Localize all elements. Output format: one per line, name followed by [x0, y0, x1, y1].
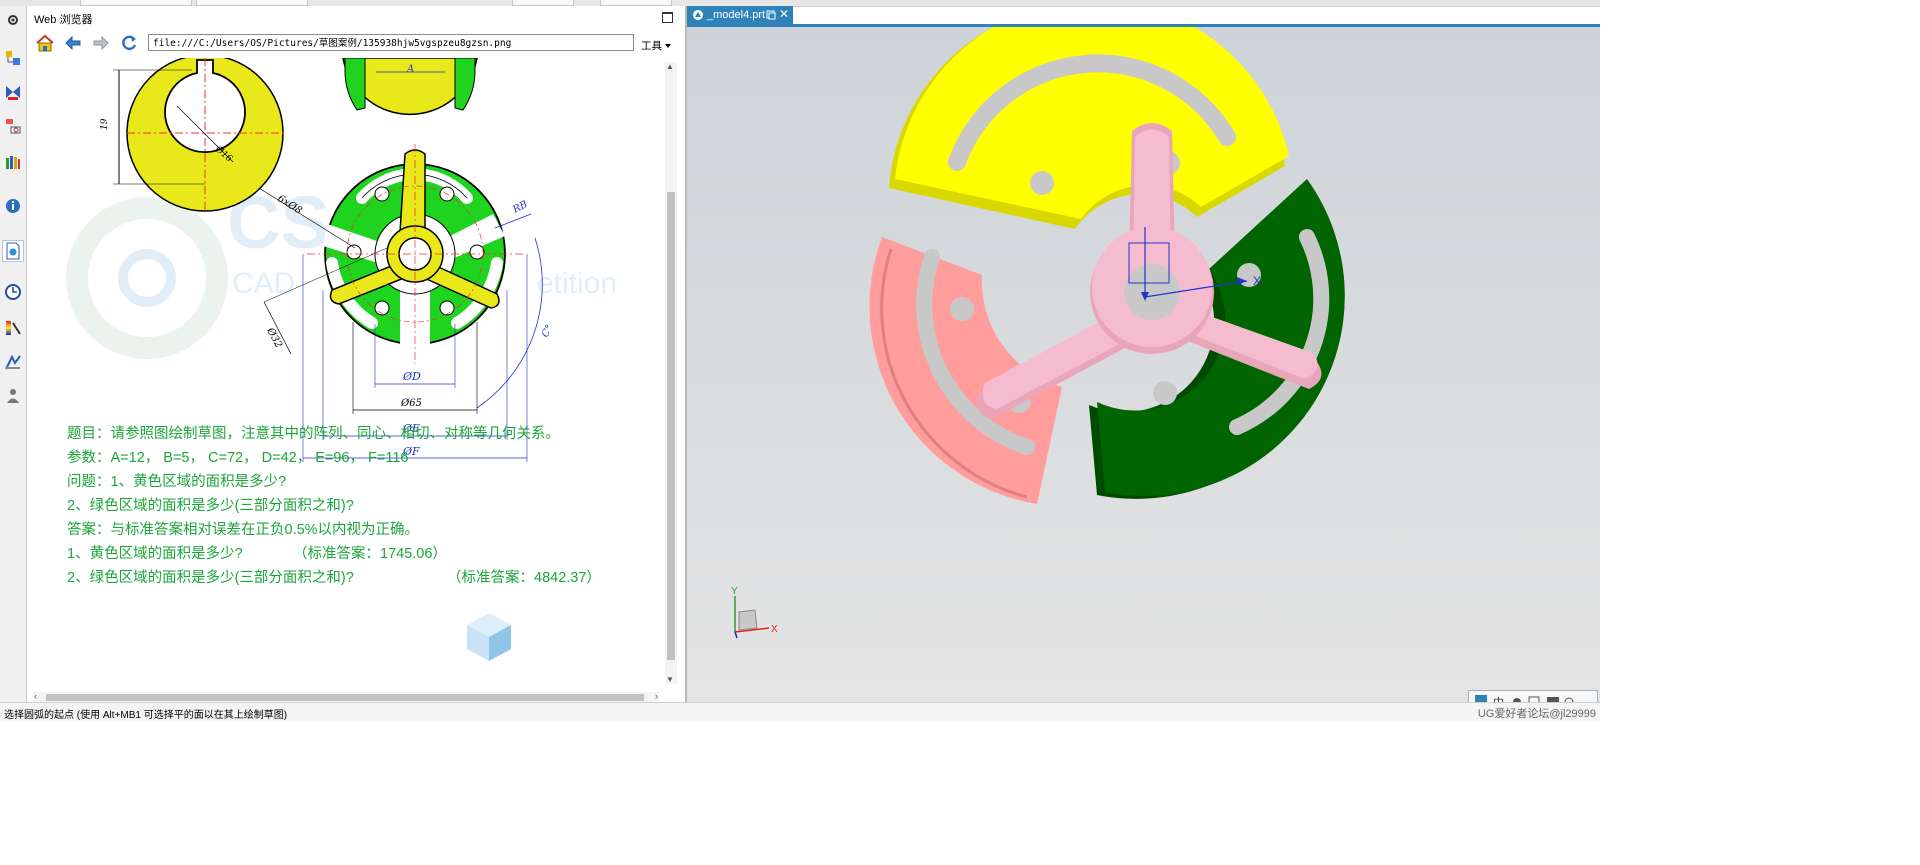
scrollbar-thumb[interactable]	[46, 694, 644, 701]
back-arrow-icon[interactable]	[63, 33, 83, 53]
detach-icon[interactable]	[766, 10, 776, 20]
problem-question-2: 2、绿色区域的面积是多少(三部分面积之和)?	[67, 498, 354, 514]
web-browser-tab-icon[interactable]	[2, 240, 24, 262]
settings-gear-icon[interactable]	[3, 10, 23, 30]
problem-title: 题目：请参照图绘制草图，注意其中的阵列、同心、相切、对称等几何关系。	[67, 426, 560, 442]
part-navigator-icon[interactable]	[3, 116, 23, 136]
triad-x-label: X	[1253, 274, 1261, 288]
scroll-up-icon[interactable]: ▲	[666, 62, 674, 71]
answer-1-value: （标准答案：1745.06）	[293, 546, 447, 562]
tools-label: 工具	[641, 40, 662, 52]
reuse-library-icon[interactable]	[3, 152, 23, 172]
dim-a-label: A	[406, 64, 414, 75]
angle-c-label: C°	[540, 323, 556, 339]
browser-content: CSCs CAD etition 19 Ø16 A 6xØ8 Ø32 RB C°…	[27, 58, 663, 690]
section-detail-view: A	[342, 58, 478, 116]
problem-params: 参数：A=12， B=5， C=72， D=42， E=96， F=116	[67, 450, 409, 466]
dia-65-label: Ø65	[400, 398, 422, 409]
tools-menu[interactable]: 工具	[641, 38, 671, 53]
answer-note: 答案：与标准答案相对误差在正负0.5%以内视为正确。	[67, 522, 420, 538]
axis-y-label: Y	[731, 586, 738, 597]
status-message: 选择圆弧的起点 (使用 Alt+MB1 可选择平的面以在其上绘制草图)	[4, 710, 288, 721]
cube-logo-icon	[467, 613, 511, 661]
scroll-left-icon[interactable]: ‹	[34, 691, 37, 701]
resource-bar	[0, 6, 27, 702]
close-icon[interactable]: ✕	[779, 7, 789, 21]
watermark-sub2: etition	[537, 267, 617, 300]
constraint-navigator-icon[interactable]	[3, 82, 23, 102]
model-tab[interactable]: _model4.prt ✕	[687, 6, 793, 24]
history-clock-icon[interactable]	[3, 282, 23, 302]
model-tab-label: _model4.prt	[707, 9, 766, 21]
maximize-icon[interactable]	[662, 12, 673, 23]
refresh-icon[interactable]	[119, 33, 139, 53]
system-materials-icon[interactable]	[3, 318, 23, 338]
axis-x-label: X	[771, 624, 778, 635]
browser-toolbar: file:///C:/Users/OS/Pictures/草图案例/135938…	[27, 29, 685, 57]
view-triad: X Y	[731, 586, 778, 639]
dia-32-label: Ø32	[264, 325, 284, 350]
vertical-scrollbar[interactable]: ▲ ▼	[665, 62, 677, 684]
forum-watermark: UG爱好者论坛@jl29999	[1477, 708, 1596, 720]
status-bar: 选择圆弧的起点 (使用 Alt+MB1 可选择平的面以在其上绘制草图) UG爱好…	[0, 702, 1600, 721]
answer-2-question: 2、绿色区域的面积是多少(三部分面积之和)?	[67, 570, 354, 586]
model-3d-view[interactable]: X X Y	[687, 27, 1600, 702]
forward-arrow-icon[interactable]	[91, 33, 111, 53]
rb-label: RB	[510, 199, 529, 216]
answer-2-value: （标准答案：4842.37）	[447, 570, 601, 586]
process-studio-icon[interactable]	[3, 352, 23, 372]
web-browser-panel: Web 浏览器 file:///C:/Users/OS/Pictures/草图案…	[27, 6, 687, 703]
problem-question: 问题：1、黄色区域的面积是多少?	[67, 474, 287, 490]
chevron-down-icon	[665, 44, 671, 49]
home-icon[interactable]	[35, 33, 55, 53]
scrollbar-thumb[interactable]	[667, 192, 675, 660]
yellow-sector	[889, 27, 1289, 229]
browser-title-bar: Web 浏览器	[27, 6, 685, 28]
address-bar[interactable]: file:///C:/Users/OS/Pictures/草图案例/135938…	[148, 34, 634, 51]
hd3d-tools-icon[interactable]	[3, 196, 23, 216]
graphics-viewport[interactable]: X X Y	[687, 27, 1600, 702]
roles-icon[interactable]	[3, 386, 23, 406]
hub-detail-view: 19 Ø16	[100, 58, 285, 213]
scroll-right-icon[interactable]: ›	[655, 691, 658, 701]
assembly-navigator-icon[interactable]	[3, 48, 23, 68]
part-file-icon	[693, 10, 703, 20]
answer-1-question: 1、黄色区域的面积是多少?	[67, 546, 243, 562]
dim-19-label: 19	[100, 118, 110, 130]
scroll-down-icon[interactable]: ▼	[666, 675, 674, 684]
engineering-drawing: CSCs CAD etition 19 Ø16 A 6xØ8 Ø32 RB C°…	[66, 58, 617, 462]
wheel-model: X	[869, 27, 1345, 504]
browser-title: Web 浏览器	[34, 14, 93, 26]
watermark-sub: CAD	[232, 267, 295, 300]
dia-d-label: ØD	[402, 370, 421, 383]
